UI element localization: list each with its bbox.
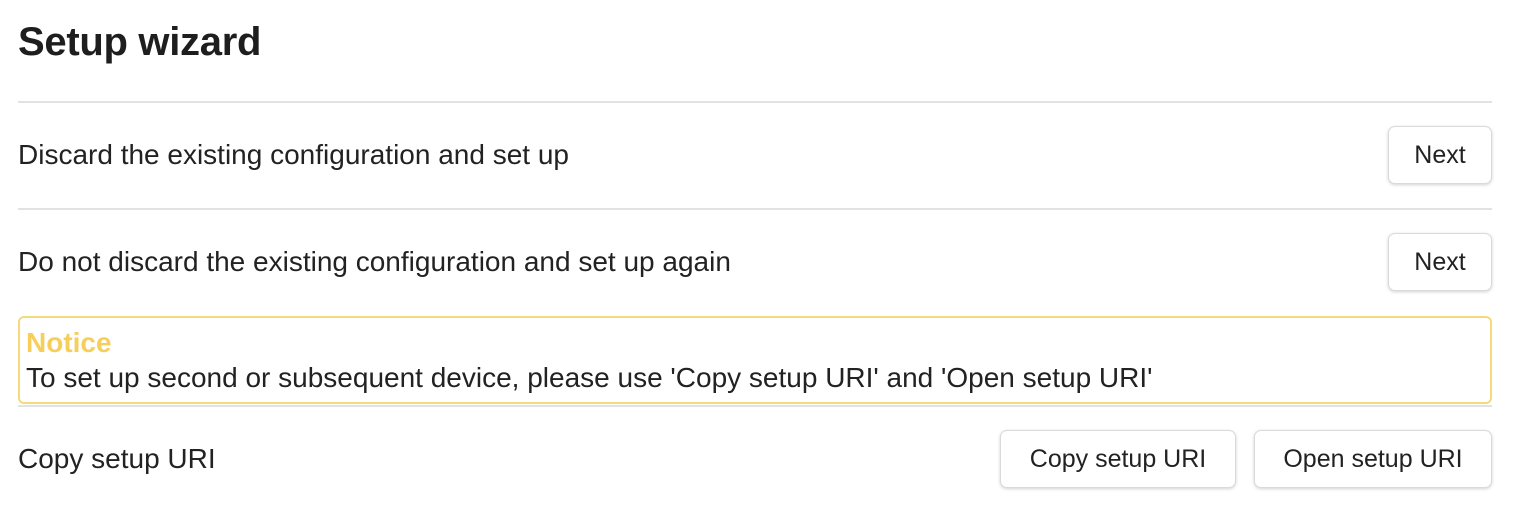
divider	[18, 101, 1492, 103]
notice-title: Notice	[26, 327, 112, 358]
divider	[18, 208, 1492, 210]
copy-setup-uri-button[interactable]: Copy setup URI	[1000, 430, 1236, 488]
discard-next-button[interactable]: Next	[1388, 126, 1492, 184]
open-setup-uri-button[interactable]: Open setup URI	[1254, 430, 1492, 488]
keep-config-label: Do not discard the existing configuratio…	[18, 246, 731, 277]
keep-next-button[interactable]: Next	[1388, 233, 1492, 291]
notice-box: Notice To set up second or subsequent de…	[18, 316, 1492, 404]
divider	[18, 405, 1492, 407]
setup-uri-row: Copy setup URI Copy setup URI Open setup…	[18, 430, 1492, 488]
setup-uri-label: Copy setup URI	[18, 443, 216, 474]
discard-config-row: Discard the existing configuration and s…	[18, 126, 1492, 184]
notice-text: To set up second or subsequent device, p…	[26, 362, 1153, 393]
setup-uri-buttons: Copy setup URI Open setup URI	[1000, 430, 1492, 488]
discard-config-label: Discard the existing configuration and s…	[18, 139, 569, 170]
page-title: Setup wizard	[18, 20, 262, 64]
setup-wizard-page: Setup wizard Discard the existing config…	[0, 0, 1522, 512]
keep-config-row: Do not discard the existing configuratio…	[18, 233, 1492, 291]
